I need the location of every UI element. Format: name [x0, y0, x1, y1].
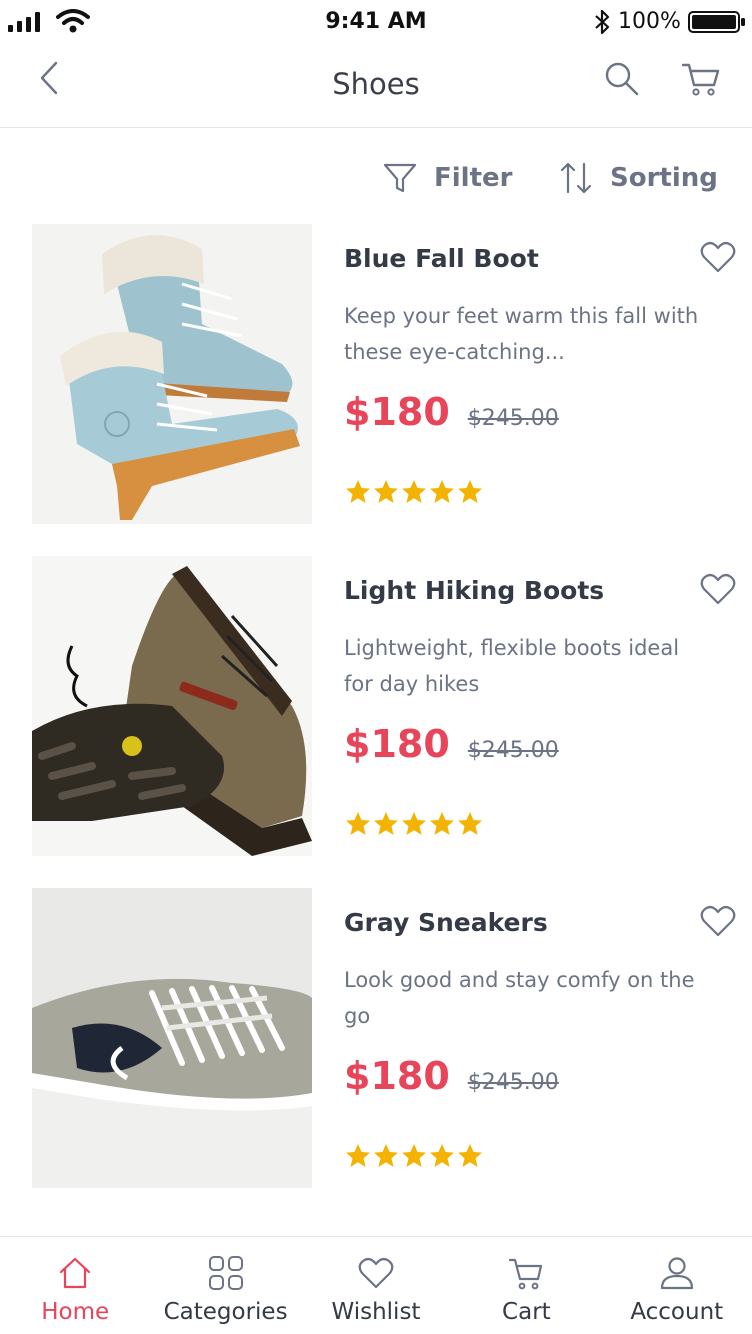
wishlist-heart-icon[interactable] — [700, 904, 736, 938]
nav-bar: Shoes — [0, 44, 752, 128]
star-icon — [346, 1144, 370, 1167]
user-icon — [660, 1257, 693, 1290]
product-card[interactable]: Blue Fall Boot Keep your feet warm this … — [0, 224, 752, 524]
product-name[interactable]: Blue Fall Boot — [344, 244, 539, 273]
tab-label: Account — [630, 1299, 724, 1325]
hiking-boots-photo — [32, 556, 312, 856]
star-icon — [430, 1144, 454, 1167]
star-icon — [430, 480, 454, 503]
tab-wishlist[interactable]: Wishlist — [301, 1237, 451, 1334]
grid-icon — [208, 1256, 243, 1290]
tab-account[interactable]: Account — [602, 1237, 752, 1334]
star-icon — [402, 812, 426, 835]
filter-funnel-icon — [383, 163, 417, 193]
product-description: Keep your feet warm this fall with these… — [344, 304, 699, 364]
star-icon — [374, 480, 398, 503]
product-old-price: $245.00 — [467, 406, 559, 431]
tab-cart[interactable]: Cart — [451, 1237, 601, 1334]
product-old-price: $245.00 — [467, 738, 559, 763]
sorting-label: Sorting — [610, 163, 718, 193]
star-rating — [344, 1142, 484, 1170]
tab-label: Wishlist — [331, 1299, 421, 1325]
tab-bar: Home Categories Wishlist Cart Account — [0, 1236, 752, 1334]
product-card[interactable]: Light Hiking Boots Lightweight, flexible… — [0, 556, 752, 856]
product-price: $180 — [344, 722, 450, 766]
sorting-button[interactable]: Sorting — [558, 158, 718, 198]
price-row: $180 $245.00 — [344, 390, 559, 434]
product-image[interactable] — [32, 888, 312, 1188]
star-rating — [344, 478, 484, 506]
heart-icon — [358, 1257, 394, 1289]
price-row: $180 $245.00 — [344, 722, 559, 766]
product-description: Look good and stay comfy on the go — [344, 968, 695, 1028]
product-image[interactable] — [32, 556, 312, 856]
star-icon — [346, 480, 370, 503]
price-row: $180 $245.00 — [344, 1054, 559, 1098]
tab-label: Cart — [502, 1299, 551, 1325]
product-image[interactable] — [32, 224, 312, 524]
tab-categories[interactable]: Categories — [150, 1237, 300, 1334]
tab-label: Categories — [163, 1299, 288, 1325]
star-icon — [430, 812, 454, 835]
tab-label: Home — [41, 1299, 110, 1325]
wishlist-heart-icon[interactable] — [700, 572, 736, 606]
product-price: $180 — [344, 1054, 450, 1098]
star-rating — [344, 810, 484, 838]
filter-button[interactable]: Filter — [382, 158, 512, 198]
cart-icon[interactable] — [680, 60, 722, 98]
star-icon — [402, 480, 426, 503]
cart-icon — [509, 1258, 543, 1290]
sort-arrows-icon — [560, 162, 592, 194]
blue-boots-photo — [32, 224, 312, 524]
star-icon — [458, 1144, 482, 1167]
tab-home[interactable]: Home — [0, 1237, 150, 1334]
battery-icon — [688, 11, 745, 33]
gray-sneaker-photo — [32, 888, 312, 1188]
wishlist-heart-icon[interactable] — [700, 240, 736, 274]
bluetooth-icon — [595, 9, 610, 35]
star-icon — [402, 1144, 426, 1167]
filter-label: Filter — [434, 163, 513, 193]
star-icon — [458, 812, 482, 835]
star-icon — [458, 480, 482, 503]
battery-percent: 100% — [618, 9, 681, 34]
product-price: $180 — [344, 390, 450, 434]
product-name[interactable]: Light Hiking Boots — [344, 576, 604, 605]
star-icon — [346, 812, 370, 835]
product-name[interactable]: Gray Sneakers — [344, 908, 548, 937]
product-description: Lightweight, flexible boots ideal for da… — [344, 636, 680, 696]
status-bar: 9:41 AM 100% — [0, 0, 752, 44]
search-icon[interactable] — [602, 60, 642, 98]
home-icon — [60, 1257, 91, 1289]
product-old-price: $245.00 — [467, 1070, 559, 1095]
product-card[interactable]: Gray Sneakers Look good and stay comfy o… — [0, 888, 752, 1188]
star-icon — [374, 1144, 398, 1167]
star-icon — [374, 812, 398, 835]
